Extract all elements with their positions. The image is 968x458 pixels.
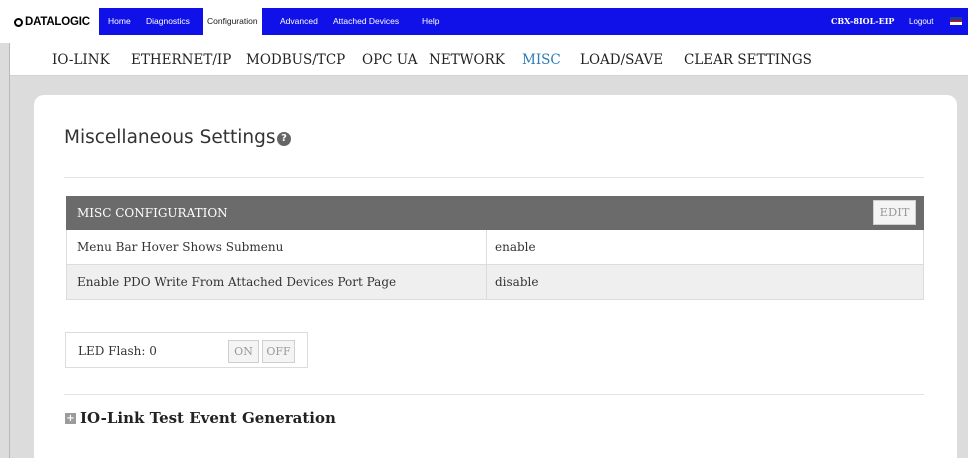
tab-network[interactable]: NETWORK (429, 52, 505, 68)
logout-link[interactable]: Logout (909, 8, 933, 35)
page-left-border (9, 43, 10, 458)
main-nav: Home Diagnostics Configuration Advanced … (99, 8, 968, 35)
tab-clear-settings[interactable]: CLEAR SETTINGS (684, 52, 812, 68)
tab-ethernet-ip[interactable]: ETHERNET/IP (131, 52, 231, 68)
nav-configuration[interactable]: Configuration (203, 8, 262, 35)
nav-help[interactable]: Help (422, 8, 439, 35)
divider (64, 394, 924, 395)
tab-opc-ua[interactable]: OPC UA (362, 52, 417, 68)
nav-attached-devices[interactable]: Attached Devices (333, 8, 399, 35)
divider (64, 177, 924, 178)
nav-advanced[interactable]: Advanced (280, 8, 318, 35)
nav-home[interactable]: Home (108, 8, 131, 35)
setting-name: Enable PDO Write From Attached Devices P… (77, 275, 397, 289)
table-row: Menu Bar Hover Shows Submenu enable (66, 230, 924, 265)
setting-value: enable (495, 240, 536, 254)
setting-value: disable (495, 275, 539, 289)
edit-button[interactable]: EDIT (873, 200, 916, 225)
misc-config-title: MISC CONFIGURATION (77, 206, 228, 220)
device-name: CBX-8IOL-EIP (831, 16, 895, 26)
tab-io-link[interactable]: IO-LINK (52, 52, 110, 68)
tab-load-save[interactable]: LOAD/SAVE (580, 52, 663, 68)
misc-config-header: MISC CONFIGURATION EDIT (66, 196, 924, 230)
us-flag-icon[interactable] (950, 17, 962, 25)
tab-misc[interactable]: MISC (522, 52, 561, 68)
led-on-button[interactable]: ON (228, 340, 259, 363)
setting-name: Menu Bar Hover Shows Submenu (77, 240, 284, 254)
logo-mark-icon (14, 17, 23, 27)
expand-plus-icon[interactable]: + (65, 413, 76, 424)
led-off-button[interactable]: OFF (262, 340, 295, 363)
cell-divider (486, 265, 487, 300)
led-flash-label: LED Flash: 0 (78, 344, 157, 358)
table-row: Enable PDO Write From Attached Devices P… (66, 265, 924, 300)
logo-text: DATALOGIC (25, 16, 90, 28)
help-icon[interactable]: ? (277, 132, 291, 146)
cell-divider (486, 230, 487, 265)
page-title: Miscellaneous Settings (64, 127, 276, 148)
sub-nav: IO-LINK ETHERNET/IP MODBUS/TCP OPC UA NE… (9, 43, 968, 76)
led-flash-panel: LED Flash: 0 ON OFF (65, 332, 308, 368)
test-event-section-title[interactable]: IO-Link Test Event Generation (80, 409, 336, 427)
nav-diagnostics[interactable]: Diagnostics (146, 8, 190, 35)
datalogic-logo[interactable]: DATALOGIC (14, 12, 90, 32)
tab-modbus-tcp[interactable]: MODBUS/TCP (246, 52, 345, 68)
